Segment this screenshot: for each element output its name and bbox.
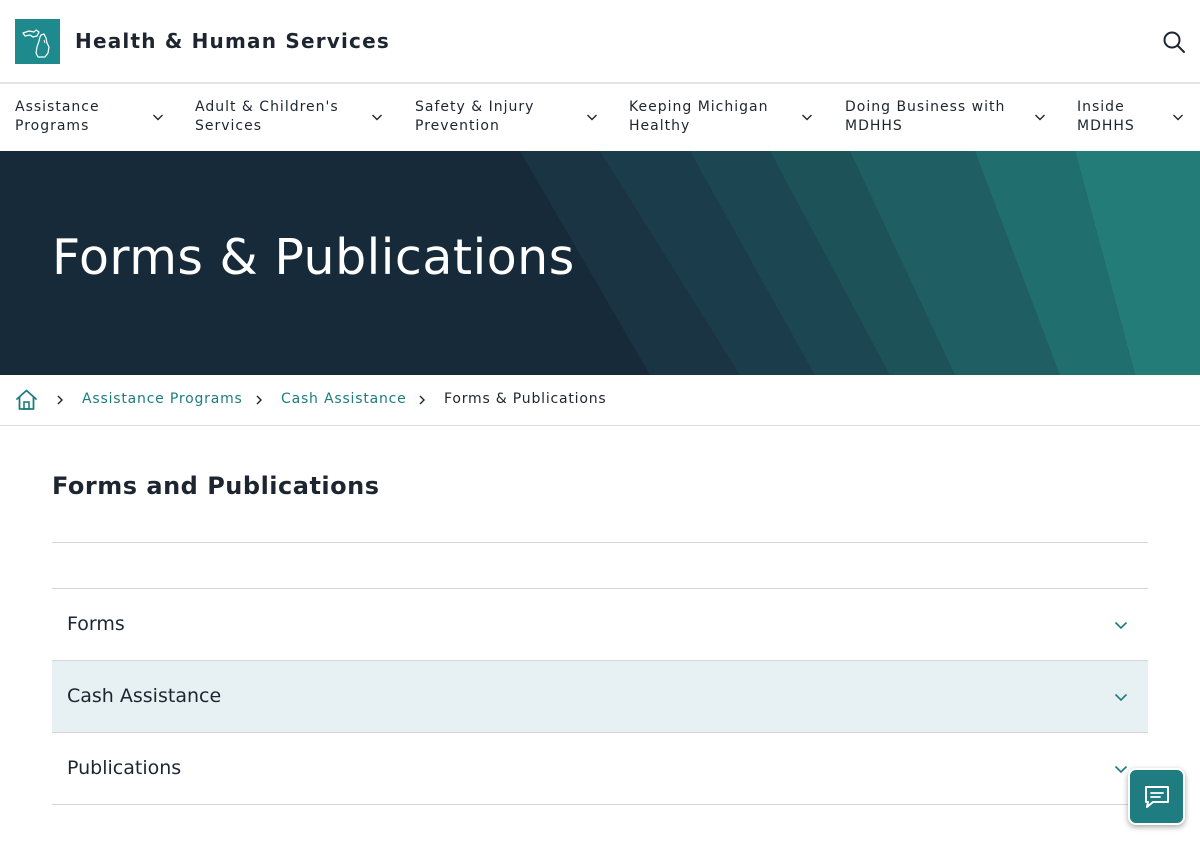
nav-label-line: Inside [1077,99,1125,115]
search-icon[interactable] [1162,30,1186,54]
chevron-down-icon [1114,693,1128,702]
nav-item-label: Safety & Injury Prevention [415,98,534,136]
breadcrumb-link-assistance-programs[interactable]: Assistance Programs [82,391,243,407]
accordion-publications[interactable]: Publications [52,733,1148,805]
nav-label-line: Prevention [415,118,500,134]
chevron-right-icon [419,395,425,405]
accordion-cash-assistance[interactable]: Cash Assistance [52,661,1148,733]
nav-label-line: Programs [15,118,90,134]
hero-banner: Forms & Publications [0,151,1200,375]
chat-icon [1145,786,1169,808]
nav-label-line: MDHHS [1077,118,1135,134]
nav-item-inside-mdhhs[interactable]: Inside MDHHS [1077,98,1187,138]
site-header: Health & Human Services [0,0,1200,84]
nav-label-line: Services [195,118,263,134]
nav-label-line: Healthy [629,118,691,134]
chevron-right-icon [57,395,63,405]
chevron-down-icon [1114,621,1128,630]
nav-item-doing-business-with-mdhhs[interactable]: Doing Business with MDHHS [845,98,1050,138]
section-title: Forms and Publications [52,472,380,500]
nav-item-adult-childrens-services[interactable]: Adult & Children's Services [195,98,385,138]
nav-item-label: Inside MDHHS [1077,98,1135,136]
nav-label-line: Safety & Injury [415,99,535,115]
nav-label-line: MDHHS [845,118,903,134]
nav-item-label: Assistance Programs [15,98,100,136]
breadcrumb-link-cash-assistance[interactable]: Cash Assistance [281,391,407,407]
home-icon[interactable] [15,388,38,411]
accordion-forms[interactable]: Forms [52,589,1148,661]
chevron-down-icon [153,114,163,121]
nav-item-assistance-programs[interactable]: Assistance Programs [15,98,165,138]
nav-item-safety-injury-prevention[interactable]: Safety & Injury Prevention [415,98,600,138]
site-title[interactable]: Health & Human Services [75,29,390,53]
breadcrumb: Assistance Programs Cash Assistance Form… [0,375,1200,426]
main-nav: Assistance Programs Adult & Children's S… [0,84,1200,151]
nav-item-label: Doing Business with MDHHS [845,98,1005,136]
nav-label-line: Assistance [15,99,100,115]
nav-item-keeping-michigan-healthy[interactable]: Keeping Michigan Healthy [629,98,819,138]
section-divider [52,542,1148,543]
breadcrumb-current: Forms & Publications [444,391,607,407]
michigan-state-icon[interactable] [15,19,60,64]
chevron-down-icon [587,114,597,121]
nav-item-label: Keeping Michigan Healthy [629,98,768,136]
nav-item-label: Adult & Children's Services [195,98,339,136]
chevron-down-icon [1173,114,1183,121]
accordion-label: Cash Assistance [67,685,222,707]
chat-button[interactable] [1128,768,1185,825]
accordion-label: Publications [67,757,182,779]
nav-label-line: Doing Business with [845,99,1006,115]
chevron-down-icon [802,114,812,121]
nav-label-line: Keeping Michigan [629,99,769,115]
chevron-right-icon [256,395,262,405]
page-title: Forms & Publications [52,229,575,286]
chevron-down-icon [372,114,382,121]
nav-label-line: Adult & Children's [195,99,339,115]
chevron-down-icon [1114,765,1128,774]
accordion-label: Forms [67,613,125,635]
chevron-down-icon [1035,114,1045,121]
